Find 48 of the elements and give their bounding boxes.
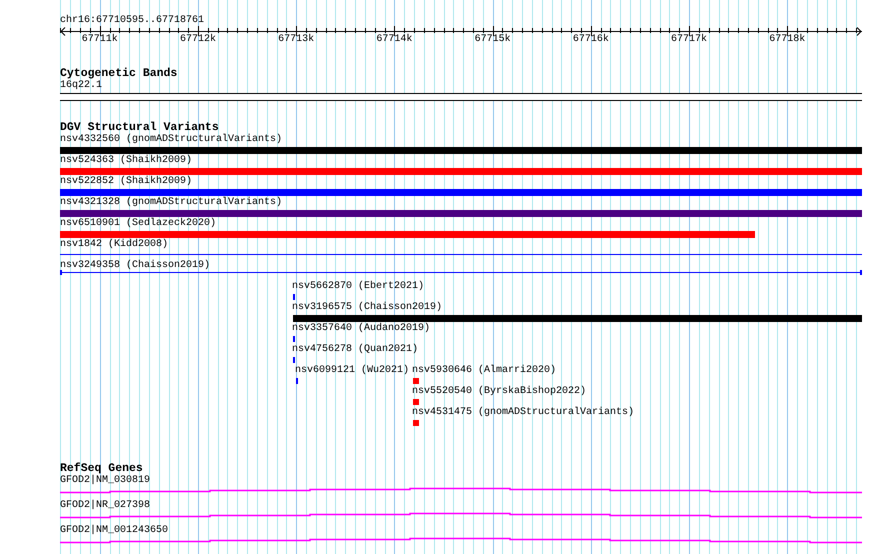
ruler-tick-label: 67718k [769,34,806,46]
ruler-tick-label: 67714k [376,34,412,46]
track-title: DGV Structural Variants [60,121,219,134]
ruler-tick-label: 67711k [82,34,118,46]
ruler-tick-label: 67712k [180,34,216,46]
variant-bar[interactable] [60,210,862,217]
variant-label: nsv3196575 (Chaisson2019) [292,302,442,314]
variant-mark[interactable] [413,399,419,405]
variant-label: nsv4321328 (gnomADStructuralVariants) [60,197,282,209]
variant-label: nsv6099121 (Wu2021) [295,365,410,377]
variant-label: nsv3249358 (Chaisson2019) [60,260,210,272]
variant-label: nsv1842 (Kidd2008) [60,239,168,251]
band-label: 16q22.1 [60,80,102,92]
variant-label: nsv6510901 (Sedlazeck2020) [60,218,216,230]
variant-mark[interactable] [293,336,295,342]
variant-label: nsv522852 (Shaikh2009) [60,176,192,188]
gene-intron-line[interactable] [60,512,862,518]
variant-label: nsv4756278 (Quan2021) [292,344,418,356]
track-title: RefSeq Genes [60,462,143,475]
variant-label: nsv5520540 (ByrskaBishop2022) [412,386,586,398]
gene-intron-line[interactable] [60,488,862,494]
ruler-tick-label: 67715k [474,34,511,46]
gene-label: GFOD2|NM_001243650 [60,525,168,537]
variant-label: nsv3357640 (Audano2019) [292,323,430,335]
variant-mark[interactable] [293,294,295,300]
variant-line[interactable] [60,270,862,275]
gene-label: GFOD2|NM_030819 [60,475,150,487]
variant-label: nsv5930646 (Almarri2020) [412,365,556,377]
variant-label: nsv4332560 (gnomADStructuralVariants) [60,134,282,146]
ruler-tick-label: 67717k [671,34,708,46]
variant-bar[interactable] [60,231,755,238]
location-label: chr16:67710595..67718761 [60,15,204,27]
variant-bar[interactable] [293,315,862,322]
gene-label: GFOD2|NR_027398 [60,500,150,512]
variant-mark[interactable] [413,378,419,384]
variant-bar[interactable] [60,168,862,175]
gene-intron-line[interactable] [60,538,862,544]
variant-label: nsv4531475 (gnomADStructuralVariants) [412,407,634,419]
ruler-tick-label: 67716k [572,34,609,46]
variant-bar[interactable] [60,147,862,154]
variant-mark[interactable] [413,420,419,426]
variant-mark[interactable] [293,357,295,363]
variant-bar[interactable] [60,189,862,196]
variant-label: nsv5662870 (Ebert2021) [292,281,424,293]
track-title: Cytogenetic Bands [60,67,178,80]
variant-mark[interactable] [296,378,298,384]
ruler-tick-label: 67713k [278,34,314,46]
variant-label: nsv524363 (Shaikh2009) [60,155,192,167]
